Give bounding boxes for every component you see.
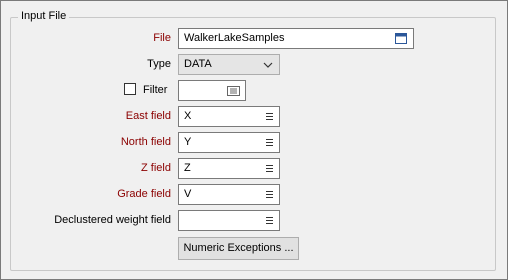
filter-checkbox[interactable] (124, 83, 136, 95)
numeric-exceptions-button[interactable]: Numeric Exceptions ... (178, 237, 299, 260)
grade-field-label: Grade field (117, 188, 171, 200)
file-input[interactable]: WalkerLakeSamples (178, 28, 414, 49)
field-list-icon[interactable] (266, 217, 273, 224)
north-field-input[interactable]: Y (178, 132, 280, 153)
z-field-value: Z (184, 162, 191, 174)
field-list-icon[interactable] (266, 165, 273, 172)
filter-input[interactable] (178, 80, 246, 101)
east-field-input[interactable]: X (178, 106, 280, 127)
field-list-icon[interactable] (266, 139, 273, 146)
grade-field-input[interactable]: V (178, 184, 280, 205)
grade-field-value: V (184, 188, 192, 200)
z-field-label: Z field (141, 162, 171, 174)
north-field-value: Y (184, 136, 192, 148)
filter-label: Filter (143, 84, 168, 96)
group-title: Input File (18, 10, 70, 22)
north-field-label: North field (120, 136, 171, 148)
type-select[interactable]: DATA (178, 54, 280, 75)
file-browse-icon[interactable] (395, 33, 407, 44)
file-value: WalkerLakeSamples (184, 32, 285, 44)
input-file-panel: Input File File WalkerLakeSamples Type D… (0, 0, 508, 280)
east-field-value: X (184, 110, 192, 122)
declustered-weight-field-label: Declustered weight field (54, 214, 171, 226)
filter-picker-icon[interactable] (227, 85, 240, 96)
field-list-icon[interactable] (266, 191, 273, 198)
declustered-weight-field-input[interactable] (178, 210, 280, 231)
chevron-down-icon (263, 62, 273, 68)
east-field-label: East field (125, 110, 171, 122)
z-field-input[interactable]: Z (178, 158, 280, 179)
file-label: File (153, 32, 171, 44)
type-label: Type (147, 58, 171, 70)
type-value: DATA (184, 58, 212, 70)
field-list-icon[interactable] (266, 113, 273, 120)
